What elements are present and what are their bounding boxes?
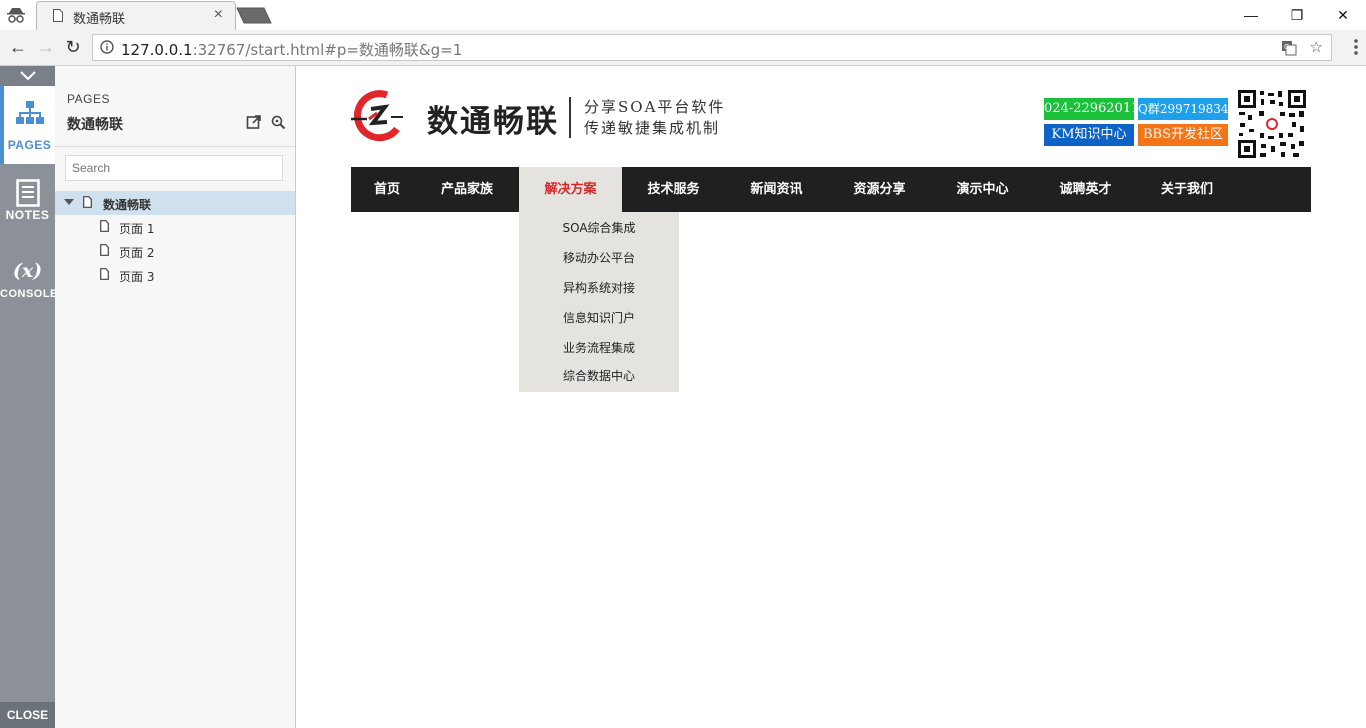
- main-nav: 首页 产品家族 解决方案 技术服务 新闻资讯 资源分享 演示中心 诚聘英才 关于…: [351, 167, 1311, 212]
- slogan-line1: 分享SOA平台软件: [584, 98, 726, 116]
- url-text[interactable]: 127.0.0.1:32767/start.html#p=数通畅联&g=1: [121, 39, 462, 60]
- tab-close-button[interactable]: ×: [214, 6, 223, 24]
- nav-careers[interactable]: 诚聘英才: [1034, 167, 1137, 212]
- dropdown-item[interactable]: 综合数据中心: [519, 362, 679, 390]
- tree-item-label: 数通畅联: [103, 198, 152, 212]
- brand-divider: [569, 97, 571, 138]
- nav-resources[interactable]: 资源分享: [828, 167, 931, 212]
- rail-pages-tab[interactable]: PAGES: [0, 86, 55, 164]
- close-sidebar-button[interactable]: CLOSE: [0, 702, 55, 728]
- pages-panel: PAGES 数通畅联 数通畅联 页面 1 页面 2 页面 3: [55, 66, 296, 728]
- rail-console-tab[interactable]: (x) CONSOLE: [0, 244, 58, 322]
- page-icon: [100, 244, 109, 256]
- dropdown-item[interactable]: 信息知识门户: [519, 304, 679, 332]
- tree-item-label: 页面 2: [119, 246, 155, 260]
- prototype-canvas: 数通畅联 分享SOA平台软件 传递敏捷集成机制 024-22962011 Q群2…: [296, 66, 1366, 728]
- tree-item-root[interactable]: 数通畅联: [55, 191, 295, 215]
- translate-icon[interactable]: G: [1281, 40, 1297, 56]
- incognito-icon: [7, 8, 25, 23]
- new-tab-button[interactable]: [236, 7, 272, 24]
- page-icon: [83, 196, 92, 208]
- qq-group-badge[interactable]: Q群299719834: [1138, 98, 1228, 120]
- page-icon: [100, 268, 109, 280]
- browser-toolbar: ← → ↻ 127.0.0.1:32767/start.html#p=数通畅联&…: [0, 30, 1366, 66]
- collapse-button[interactable]: [0, 66, 55, 86]
- variable-icon: (x): [12, 260, 43, 282]
- qr-code: [1237, 89, 1307, 159]
- search-input[interactable]: [65, 155, 283, 181]
- close-window-button[interactable]: ✕: [1320, 0, 1366, 30]
- tab-title: 数通畅联: [73, 12, 126, 27]
- km-center-link[interactable]: KM知识中心: [1044, 124, 1134, 146]
- dropdown-item[interactable]: SOA综合集成: [519, 214, 679, 242]
- slogan-line2: 传递敏捷集成机制: [584, 119, 721, 137]
- open-page-icon[interactable]: [246, 114, 262, 130]
- nav-solutions[interactable]: 解决方案: [519, 167, 622, 212]
- brand-name: 数通畅联: [427, 104, 559, 140]
- doc-icon: [53, 9, 63, 22]
- company-logo[interactable]: [351, 89, 403, 145]
- page-icon: [100, 220, 109, 232]
- tree-item-label: 页面 3: [119, 270, 155, 284]
- dropdown-item[interactable]: 业务流程集成: [519, 334, 679, 362]
- sidebar-rail: PAGES NOTES (x) CONSOLE CLOSE: [0, 66, 58, 728]
- dropdown-item[interactable]: 异构系统对接: [519, 274, 679, 302]
- browser-tab[interactable]: 数通畅联 ×: [36, 1, 236, 30]
- tree-item-page3[interactable]: 页面 3: [55, 263, 295, 287]
- star-icon[interactable]: ☆: [1310, 39, 1323, 56]
- slogan: 分享SOA平台软件 传递敏捷集成机制: [584, 97, 725, 139]
- restore-button[interactable]: ❐: [1274, 0, 1320, 30]
- omnibox-actions: G ☆: [1281, 38, 1323, 56]
- caret-down-icon[interactable]: [64, 199, 74, 205]
- notes-icon: [15, 179, 40, 207]
- search-page-icon[interactable]: [270, 114, 286, 130]
- rail-console-label: CONSOLE: [0, 288, 58, 300]
- svg-text:G: G: [1284, 43, 1289, 51]
- solutions-dropdown: SOA综合集成 移动办公平台 异构系统对接 信息知识门户 业务流程集成 综合数据…: [519, 212, 679, 392]
- dropdown-item[interactable]: 移动办公平台: [519, 244, 679, 272]
- back-icon[interactable]: ←: [7, 36, 29, 58]
- chevron-down-icon: [19, 71, 36, 81]
- url-path: :32767/start.html#p=数通畅联&g=1: [192, 41, 463, 59]
- menu-icon[interactable]: [1354, 38, 1358, 56]
- forward-icon[interactable]: →: [35, 36, 57, 58]
- panel-title: 数通畅联: [67, 117, 123, 133]
- panel-divider: [55, 146, 295, 147]
- tree-item-page2[interactable]: 页面 2: [55, 239, 295, 263]
- nav-about[interactable]: 关于我们: [1137, 167, 1237, 212]
- minimize-button[interactable]: —: [1228, 0, 1274, 30]
- tree-item-page1[interactable]: 页面 1: [55, 215, 295, 239]
- phone-badge[interactable]: 024-22962011: [1044, 98, 1134, 120]
- url-host: 127.0.0.1: [121, 41, 193, 59]
- nav-news[interactable]: 新闻资讯: [725, 167, 828, 212]
- rail-notes-label: NOTES: [5, 208, 50, 222]
- info-icon[interactable]: [100, 40, 114, 54]
- panel-header: PAGES: [67, 92, 110, 106]
- nav-demo[interactable]: 演示中心: [931, 167, 1034, 212]
- sitemap-icon: [15, 101, 44, 124]
- rail-notes-tab[interactable]: NOTES: [0, 166, 55, 244]
- rail-pages-label: PAGES: [7, 138, 52, 152]
- nav-home[interactable]: 首页: [351, 167, 423, 212]
- reload-icon[interactable]: ↻: [62, 36, 84, 58]
- bbs-community-link[interactable]: BBS开发社区: [1138, 124, 1228, 146]
- nav-tech-services[interactable]: 技术服务: [622, 167, 725, 212]
- address-bar[interactable]: 127.0.0.1:32767/start.html#p=数通畅联&g=1 G …: [92, 34, 1332, 61]
- nav-products[interactable]: 产品家族: [423, 167, 511, 212]
- browser-titlebar: 数通畅联 × — ❐ ✕: [0, 0, 1366, 30]
- tree-item-label: 页面 1: [119, 222, 155, 236]
